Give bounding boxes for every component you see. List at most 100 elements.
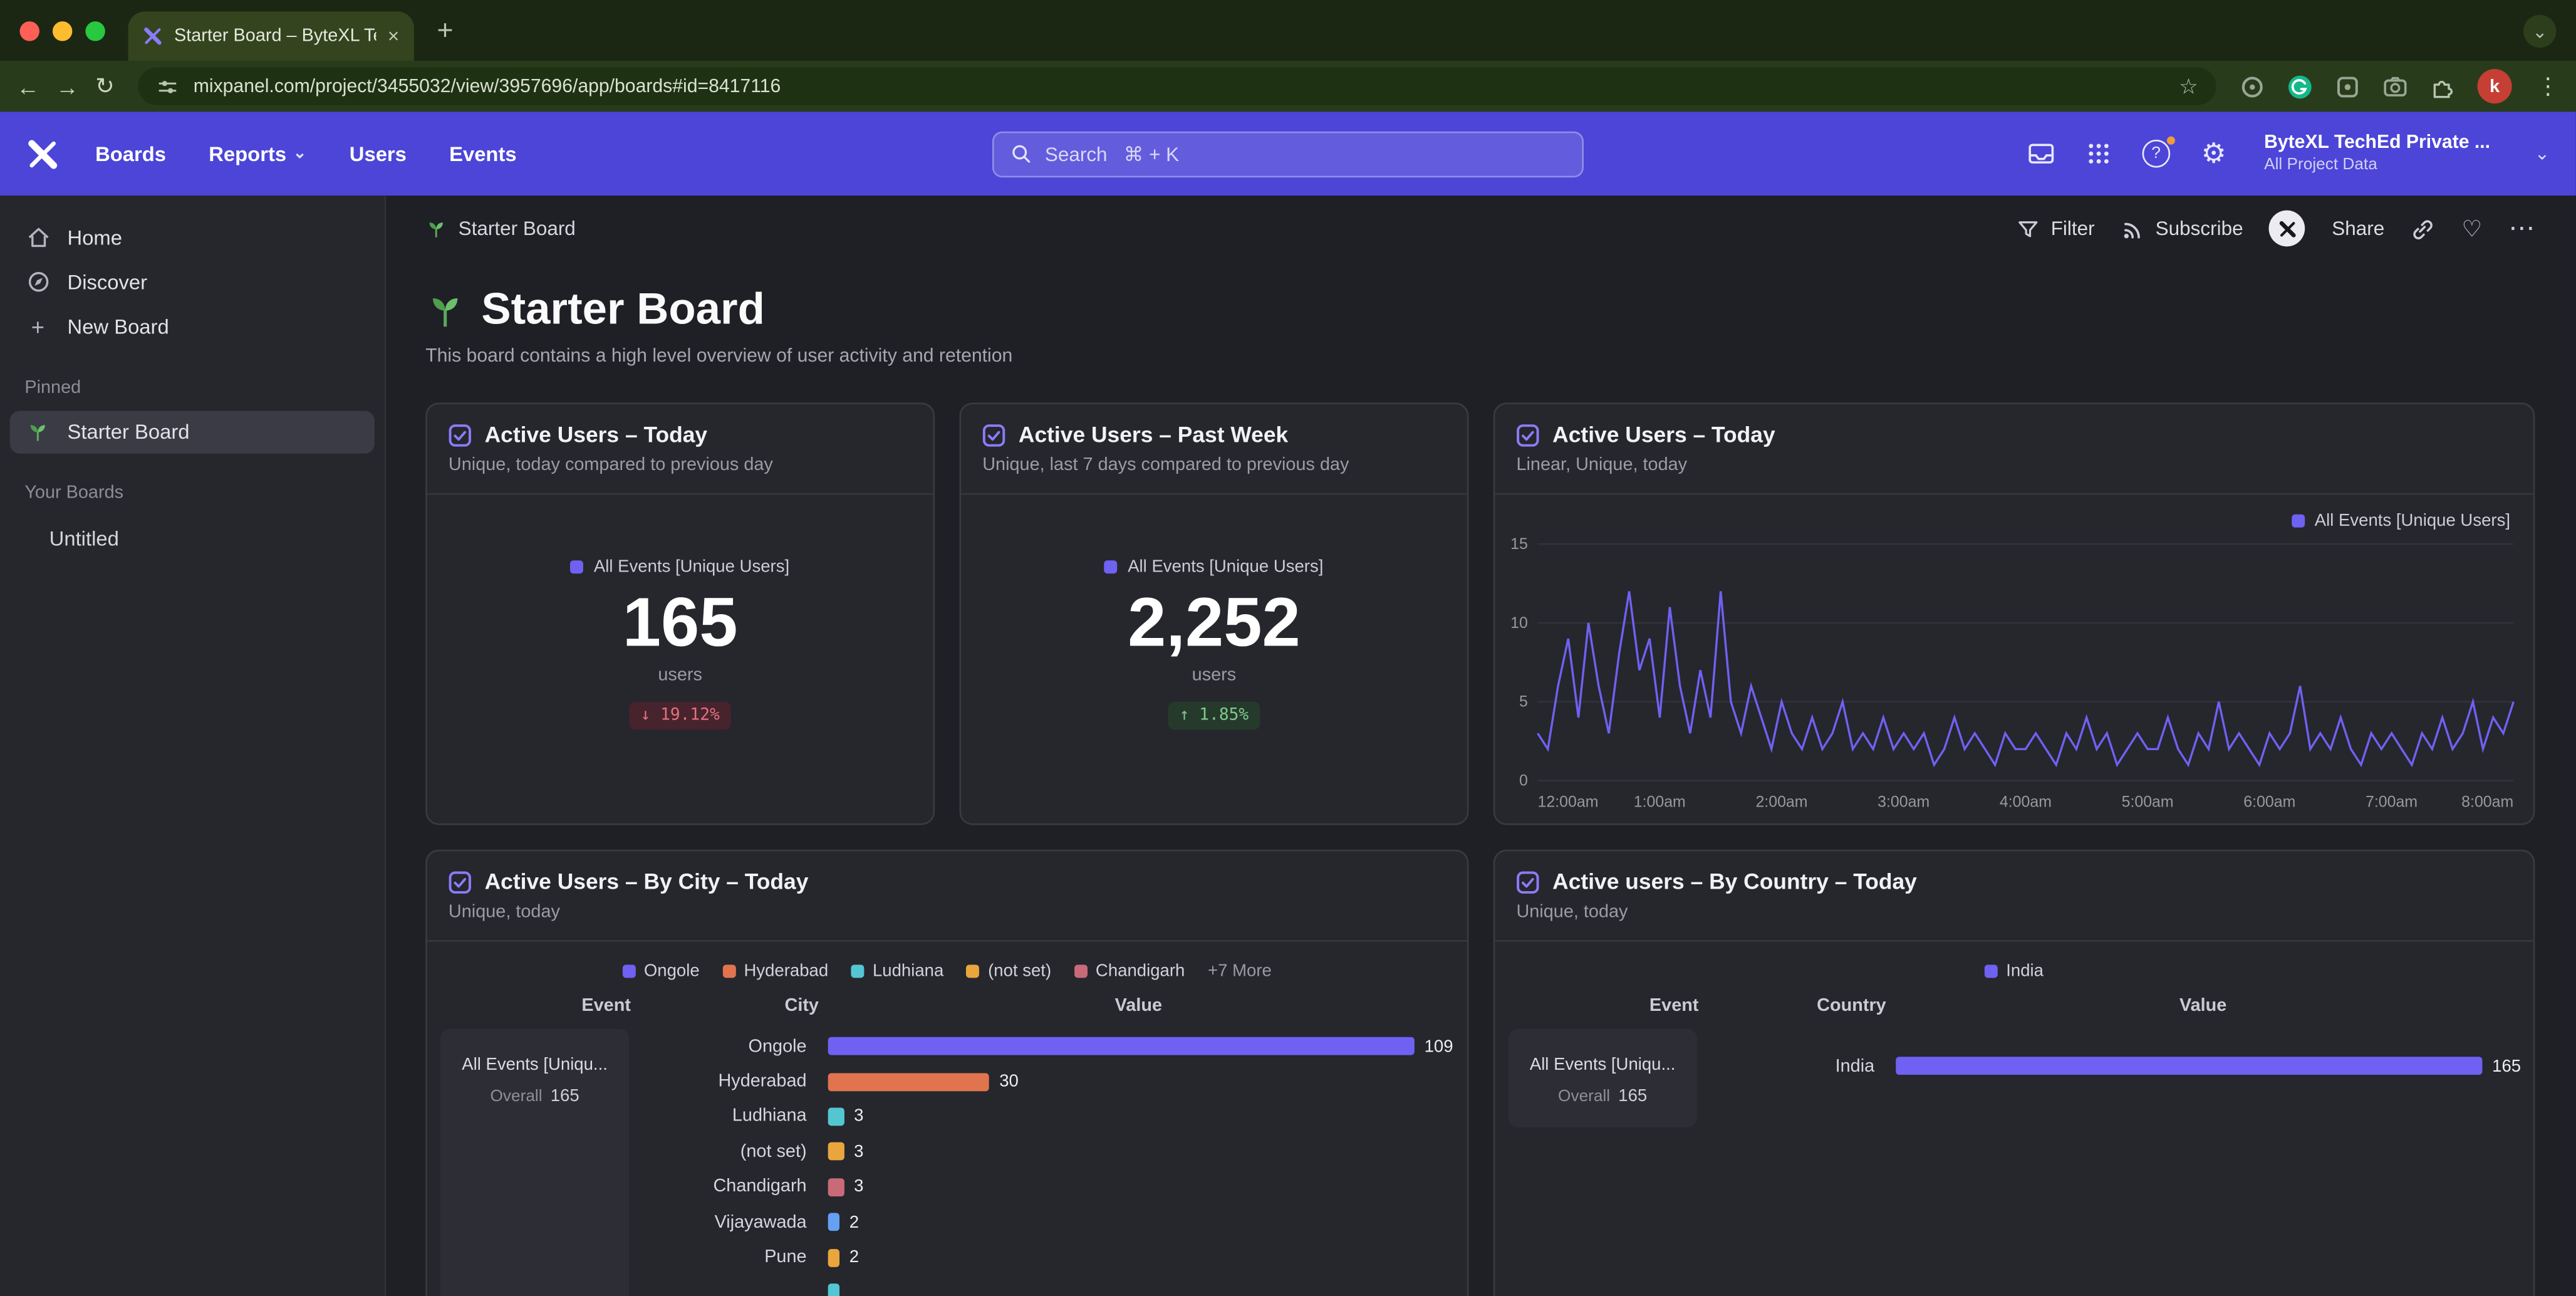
legend-item[interactable]: Ongole [623,961,700,981]
sidebar-item-starter-board[interactable]: Starter Board [10,411,375,454]
inbox-icon[interactable] [2027,140,2055,168]
svg-text:7:00am: 7:00am [2366,793,2418,811]
card-active-users-by-country[interactable]: Active users – By Country – Today Unique… [1493,850,2535,1296]
row-bar[interactable] [828,1072,990,1090]
copy-link-icon[interactable] [2411,216,2435,241]
card-active-users-today[interactable]: Active Users – Today Unique, today compa… [425,402,935,825]
org-switcher[interactable]: ByteXL TechEd Private ... All Project Da… [2264,133,2490,174]
row-value: 3 [854,1177,863,1196]
sidebar-item-label: Starter Board [68,421,190,444]
extension-icon-1[interactable] [2239,73,2265,100]
card-title[interactable]: Active Users – Today [485,422,707,447]
breadcrumb[interactable]: Starter Board [425,217,576,240]
row-bar[interactable] [828,1143,844,1161]
line-chart[interactable]: 05101512:00am1:00am2:00am3:00am4:00am5:0… [1495,531,2533,823]
svg-text:6:00am: 6:00am [2243,793,2295,811]
nav-item-users[interactable]: Users [350,142,407,165]
event-panel[interactable]: All Events [Uniqu... Overall165 [1508,1029,1697,1127]
card-subtitle: Unique, today compared to previous day [449,455,912,474]
settings-gear-icon[interactable]: ⚙ [2201,137,2226,170]
address-bar[interactable]: mixpanel.com/project/3455032/view/395769… [138,68,2216,105]
sidebar-item-untitled[interactable]: Untitled [0,516,385,560]
search-input[interactable] [1045,142,1566,165]
your-boards-heading: Your Boards [0,454,385,516]
legend-item[interactable]: Chandigarh [1074,961,1185,981]
share-button[interactable]: Share [2332,217,2384,240]
legend-label: India [2006,961,2044,981]
mixpanel-favicon-icon [143,26,162,46]
seedling-icon [24,421,51,444]
tab-close-icon[interactable]: × [388,24,399,48]
row-bar[interactable] [828,1107,844,1126]
back-button[interactable]: ← [16,73,39,100]
apps-grid-icon[interactable] [2086,142,2111,166]
browser-tab[interactable]: Starter Board – ByteXL Tec × [128,11,414,61]
legend-item[interactable]: Hyderabad [722,961,828,981]
row-category-label: Chandigarh [641,1177,807,1196]
minimize-window-button[interactable] [53,21,72,41]
country-legend: India [1495,961,2533,981]
event-panel[interactable]: All Events [Uniqu... Overall165 [440,1029,630,1296]
column-header-value: Value [2179,996,2226,1015]
svg-text:10: 10 [1510,614,1528,632]
sidebar-item-discover[interactable]: Discover [0,259,385,304]
screenshot-camera-icon[interactable] [2382,73,2408,100]
profile-avatar[interactable]: k [2478,69,2512,103]
nav-item-boards[interactable]: Boards [95,142,166,165]
global-search[interactable] [992,130,1584,176]
collaborator-avatar[interactable] [2270,211,2306,247]
legend-item[interactable]: India [1985,961,2044,981]
card-title[interactable]: Active Users – By City – Today [485,869,809,894]
chevron-down-icon[interactable]: ⌄ [2535,143,2550,164]
row-bar[interactable] [828,1178,844,1196]
card-active-users-past-week[interactable]: Active Users – Past Week Unique, last 7 … [959,402,1468,825]
bookmark-star-icon[interactable]: ☆ [2179,73,2198,100]
sidebar-item-home[interactable]: Home [0,216,385,260]
column-header-value: Value [1115,996,1162,1015]
legend-item[interactable]: Ludhiana [851,961,943,981]
city-rows: Ongole109Hyderabad30Ludhiana3(not set)3C… [641,1029,1467,1296]
row-bar[interactable] [828,1213,839,1231]
card-title[interactable]: Active Users – Today [1552,422,1775,447]
funnel-icon [2017,216,2041,241]
nav-item-reports[interactable]: Reports⌄ [209,142,306,165]
zoom-window-button[interactable] [85,21,105,41]
card-title[interactable]: Active Users – Past Week [1019,422,1288,447]
card-title[interactable]: Active users – By Country – Today [1552,869,1917,894]
nav-item-events[interactable]: Events [449,142,517,165]
site-info-icon[interactable] [155,75,179,98]
row-value: 30 [999,1072,1019,1091]
help-icon[interactable]: ? [2142,140,2170,168]
grammarly-icon[interactable] [2287,73,2313,100]
mixpanel-logo-icon[interactable] [26,137,59,170]
new-tab-button[interactable]: + [437,15,454,48]
legend-swatch [623,964,636,978]
svg-text:3:00am: 3:00am [1877,793,1929,811]
extensions-puzzle-icon[interactable] [2430,73,2456,100]
legend-more-button[interactable]: +7 More [1208,961,1272,981]
svg-text:2:00am: 2:00am [1755,793,1807,811]
extension-icon-2[interactable] [2334,73,2360,100]
table-row: Chandigarh 3 [641,1169,1467,1205]
filter-button[interactable]: Filter [2017,216,2095,241]
card-active-users-by-city[interactable]: Active Users – By City – Today Unique, t… [425,850,1468,1296]
close-window-button[interactable] [19,21,39,41]
pinned-heading: Pinned [0,348,385,411]
row-bar[interactable] [828,1037,1415,1055]
forward-button[interactable]: → [56,73,79,100]
card-active-users-line[interactable]: Active Users – Today Linear, Unique, tod… [1493,402,2535,825]
legend-item[interactable]: (not set) [967,961,1051,981]
tab-search-chevron-icon[interactable]: ⌄ [2523,15,2556,48]
legend-label: (not set) [988,961,1051,981]
subscribe-button[interactable]: Subscribe [2121,216,2243,241]
reload-button[interactable]: ↻ [95,72,115,100]
row-bar[interactable] [828,1248,839,1267]
more-options-icon[interactable]: ⋯ [2508,212,2537,244]
row-category-label: Pune [641,1247,807,1267]
country-rows: India165 [1708,1029,2533,1084]
sidebar-item-new-board[interactable]: + New Board [0,304,385,348]
row-bar[interactable] [1896,1057,2482,1075]
plus-icon: + [24,313,51,340]
browser-menu-icon[interactable]: ⋮ [2537,72,2560,100]
favorite-heart-icon[interactable]: ♡ [2462,214,2483,243]
